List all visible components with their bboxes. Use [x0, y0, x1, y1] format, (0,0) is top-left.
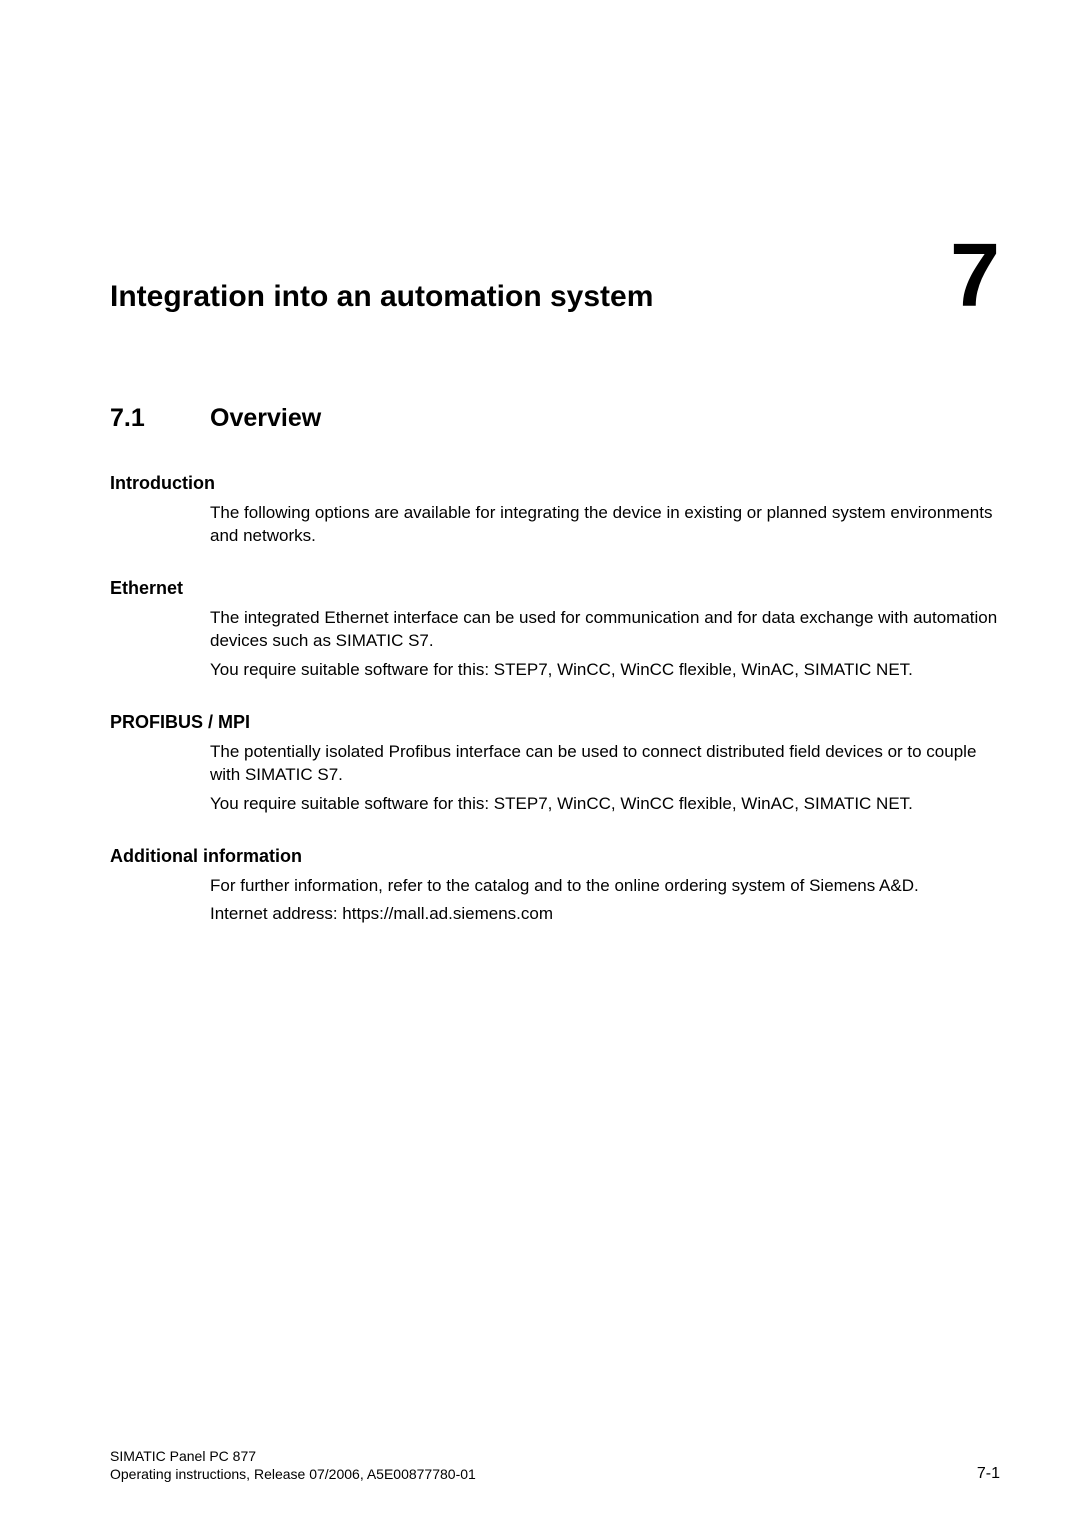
footer-product: SIMATIC Panel PC 877	[110, 1447, 476, 1465]
body-text: The potentially isolated Profibus interf…	[210, 741, 1000, 787]
body-text: Internet address: https://mall.ad.siemen…	[210, 903, 1000, 926]
section-title: Overview	[210, 404, 321, 433]
body-text: You require suitable software for this: …	[210, 659, 1000, 682]
section-header: 7.1 Overview	[110, 404, 1000, 433]
subsection-profibus-title: PROFIBUS / MPI	[110, 712, 1000, 733]
subsection-introduction-title: Introduction	[110, 473, 1000, 494]
subsection-ethernet-title: Ethernet	[110, 578, 1000, 599]
document-page: Integration into an automation system 7 …	[0, 0, 1080, 972]
body-text: The integrated Ethernet interface can be…	[210, 607, 1000, 653]
chapter-number: 7	[950, 240, 1000, 312]
footer-page-number: 7-1	[977, 1465, 1000, 1483]
body-text: For further information, refer to the ca…	[210, 875, 1000, 898]
footer-left: SIMATIC Panel PC 877 Operating instructi…	[110, 1447, 476, 1483]
chapter-header: Integration into an automation system 7	[110, 240, 1000, 314]
body-text: You require suitable software for this: …	[210, 793, 1000, 816]
body-text: The following options are available for …	[210, 502, 1000, 548]
footer-release: Operating instructions, Release 07/2006,…	[110, 1465, 476, 1483]
subsection-additional-title: Additional information	[110, 846, 1000, 867]
section-number: 7.1	[110, 404, 210, 433]
chapter-title: Integration into an automation system	[110, 280, 653, 314]
page-footer: SIMATIC Panel PC 877 Operating instructi…	[110, 1447, 1000, 1483]
